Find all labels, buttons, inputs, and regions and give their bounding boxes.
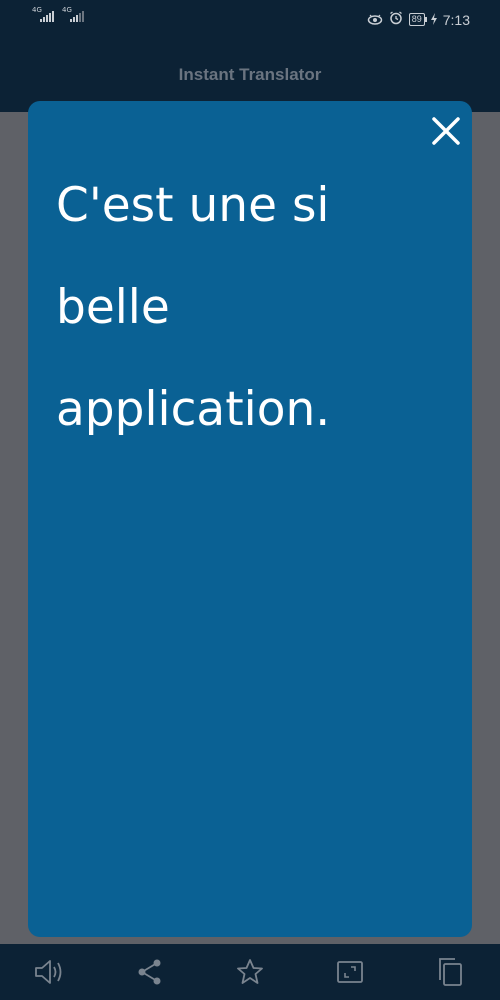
copy-icon <box>439 958 462 986</box>
star-icon <box>237 959 263 984</box>
network-type-label: 4G <box>32 6 42 14</box>
speaker-icon <box>35 960 62 984</box>
signal-icon: 4G <box>62 7 84 22</box>
battery-level: 89 <box>411 14 422 24</box>
close-button[interactable] <box>428 113 464 149</box>
signal-icon: 4G <box>32 7 54 22</box>
clock: 7:13 <box>442 11 470 28</box>
bottom-toolbar <box>0 944 500 1000</box>
speak-button[interactable] <box>30 952 70 992</box>
fullscreen-icon <box>337 961 363 983</box>
network-type-label: 4G <box>62 6 72 14</box>
alarm-icon <box>389 11 403 28</box>
eye-icon <box>367 12 383 28</box>
share-icon <box>138 959 161 985</box>
translation-card: C'est une si belle application. <box>28 101 472 937</box>
app-title: Instant Translator <box>178 65 322 84</box>
translated-text: C'est une si belle application. <box>56 178 331 437</box>
fullscreen-button[interactable] <box>330 952 370 992</box>
signal-indicators: 4G 4G <box>32 7 84 22</box>
favorite-button[interactable] <box>230 952 270 992</box>
close-icon <box>432 117 460 145</box>
battery-icon: 89 <box>408 13 427 26</box>
status-bar: 4G 4G 89 7:13 <box>0 0 500 38</box>
charging-icon <box>430 12 437 28</box>
status-right: 89 7:13 <box>367 11 470 28</box>
copy-button[interactable] <box>430 952 470 992</box>
share-button[interactable] <box>130 952 170 992</box>
